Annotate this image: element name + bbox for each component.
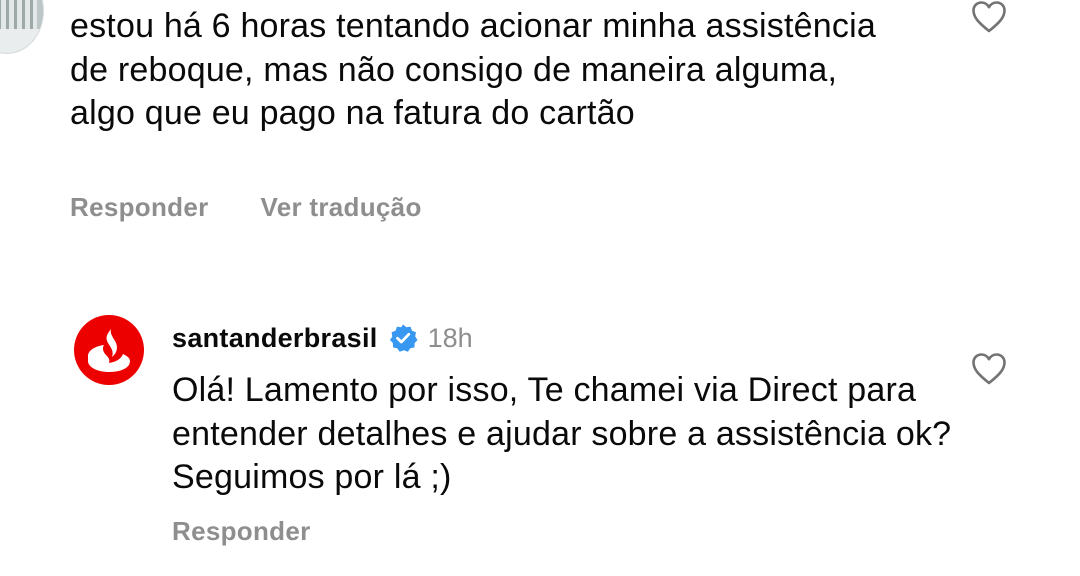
heart-icon[interactable] <box>971 352 1007 386</box>
comment-actions: Responder Ver tradução <box>70 192 422 223</box>
timestamp: 18h <box>427 322 473 353</box>
reply-button[interactable]: Responder <box>70 192 209 223</box>
reply-button[interactable]: Responder <box>172 516 311 546</box>
heart-icon[interactable] <box>971 0 1007 34</box>
reply-text: Olá! Lamento por isso, Te chamei via Dir… <box>172 371 952 496</box>
santander-avatar[interactable] <box>74 315 144 385</box>
commenter-avatar[interactable] <box>0 0 44 54</box>
reply-actions: Responder <box>172 516 311 547</box>
comments-panel: estou há 6 horas tentando acionar minha … <box>0 0 1080 576</box>
see-translation-button[interactable]: Ver tradução <box>261 192 422 223</box>
reply-header: santanderbrasil 18h <box>172 318 473 358</box>
username[interactable]: santanderbrasil <box>172 323 378 354</box>
verified-badge-icon <box>389 324 418 352</box>
comment-text: estou há 6 horas tentando acionar minha … <box>70 7 876 132</box>
